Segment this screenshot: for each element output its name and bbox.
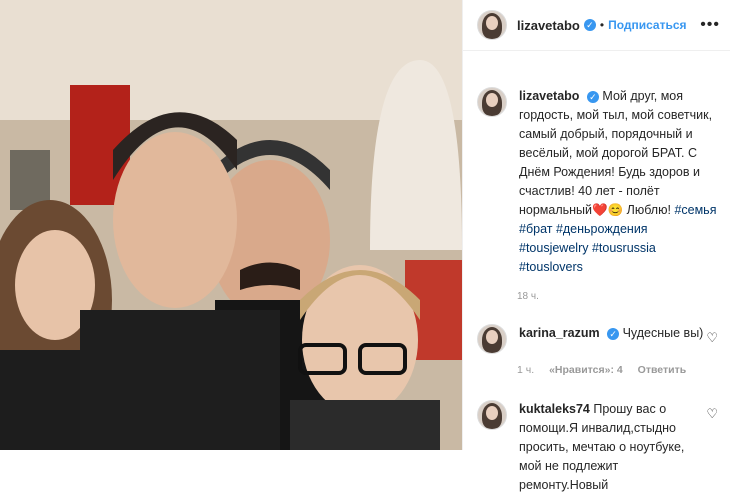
avatar[interactable] [477,324,507,354]
follow-button[interactable]: Подписаться [608,18,686,32]
caption-text: Мой друг, моя гордость, мой тыл, мой сов… [519,89,713,217]
post-sidebar: lizavetabo ✓ • Подписаться ••• lizavetab… [462,0,730,492]
like-heart-icon[interactable]: ♡ [706,330,718,346]
like-heart-icon[interactable]: ♡ [706,406,718,422]
caption-username[interactable]: lizavetabo [519,89,579,103]
comment-meta: 1 ч. «Нравится»: 4 Ответить [517,364,730,376]
separator-dot: • [599,18,605,32]
comment-text: Чудесные вы) [622,326,704,340]
comment-username[interactable]: kuktaleks74 [519,402,590,416]
verified-badge-icon: ✓ [583,19,596,31]
post-photo[interactable] [0,0,462,450]
post-header: lizavetabo ✓ • Подписаться ••• [463,0,730,51]
avatar[interactable] [477,400,507,430]
verified-badge-icon: ✓ [586,91,599,103]
verified-badge-icon: ✓ [607,328,620,340]
comment-time: 1 ч. [517,364,535,376]
reply-button[interactable]: Ответить [638,364,687,376]
author-username[interactable]: lizavetabo [517,18,580,33]
avatar[interactable] [477,10,507,40]
more-options-icon[interactable]: ••• [700,16,720,34]
post-caption: lizavetabo ✓ Мой друг, моя гордость, мой… [463,51,730,277]
comment: karina_razum ✓ Чудесные вы) ♡ [463,324,730,354]
avatar[interactable] [477,87,507,117]
post-time: 18 ч. [517,291,539,302]
comment: kuktaleks74 Прошу вас о помощи.Я инвалид… [463,400,730,495]
comment-likes[interactable]: «Нравится»: 4 [549,364,623,376]
comment-username[interactable]: karina_razum [519,326,600,340]
